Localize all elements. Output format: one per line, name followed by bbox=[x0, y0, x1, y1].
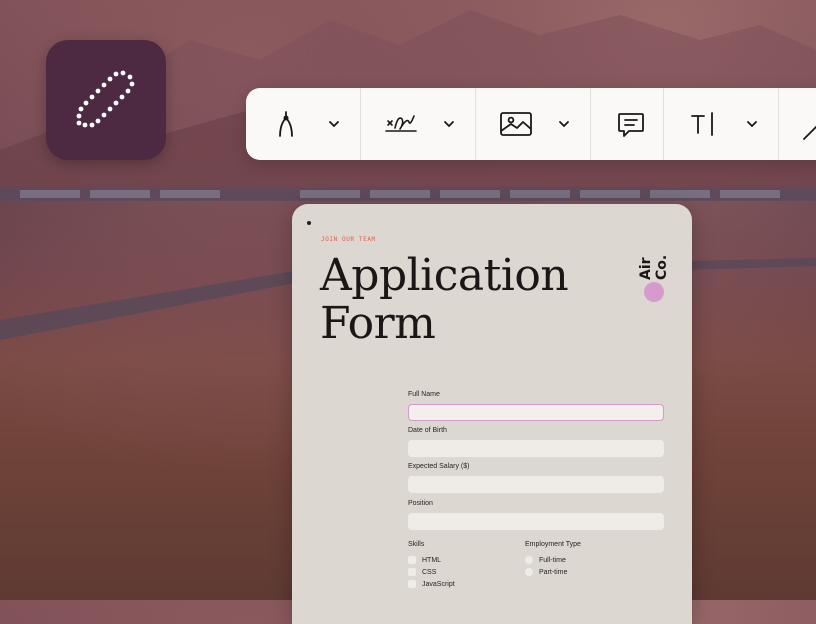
line-tool-group bbox=[779, 88, 816, 160]
field-full-name: Full Name bbox=[408, 391, 664, 421]
brand-dot bbox=[644, 282, 664, 302]
image-icon[interactable] bbox=[498, 106, 534, 142]
corner-dot bbox=[307, 221, 311, 225]
chevron-down-icon[interactable] bbox=[552, 112, 576, 136]
form-title: Application Form bbox=[320, 252, 620, 348]
brand-name: Air Co. bbox=[638, 254, 670, 280]
checkbox-label: HTML bbox=[422, 556, 442, 564]
text-tool-group bbox=[664, 88, 779, 160]
pen-tool-group bbox=[246, 88, 361, 160]
eyebrow-text: JOIN OUR TEAM bbox=[321, 236, 376, 243]
full-name-input[interactable] bbox=[408, 404, 664, 421]
checkbox[interactable] bbox=[408, 556, 416, 564]
form-title-line2: Form bbox=[320, 298, 436, 349]
pen-icon[interactable] bbox=[268, 106, 304, 142]
checkbox[interactable] bbox=[408, 580, 416, 588]
line-icon[interactable] bbox=[801, 106, 816, 142]
image-tool-group bbox=[476, 88, 591, 160]
skill-checkbox-html[interactable]: HTML bbox=[408, 556, 441, 564]
annotation-toolbar bbox=[246, 88, 816, 160]
radio-button[interactable] bbox=[525, 556, 533, 564]
app-icon[interactable] bbox=[46, 40, 166, 160]
chevron-down-icon[interactable] bbox=[322, 112, 346, 136]
date-of-birth-input[interactable] bbox=[408, 440, 664, 457]
field-position: Position bbox=[408, 500, 664, 530]
field-label: Full Name bbox=[408, 391, 440, 398]
checkbox[interactable] bbox=[408, 568, 416, 576]
field-label: Position bbox=[408, 500, 433, 507]
form-title-line1: Application bbox=[320, 250, 569, 301]
chevron-down-icon[interactable] bbox=[437, 112, 461, 136]
expected-salary-input[interactable] bbox=[408, 476, 664, 493]
signature-tool-group bbox=[361, 88, 476, 160]
train-background bbox=[0, 187, 816, 201]
field-date-of-birth: Date of Birth bbox=[408, 427, 664, 457]
field-label: Expected Salary ($) bbox=[408, 463, 470, 470]
employment-type-label: Employment Type bbox=[525, 541, 581, 548]
radio-label: Part-time bbox=[539, 568, 568, 576]
comment-icon[interactable] bbox=[613, 106, 649, 142]
employment-radio-full-time[interactable]: Full-time bbox=[525, 556, 566, 564]
signature-icon[interactable] bbox=[383, 106, 419, 142]
checkbox-label: JavaScript bbox=[422, 580, 455, 588]
field-expected-salary: Expected Salary ($) bbox=[408, 463, 664, 493]
skill-checkbox-javascript[interactable]: JavaScript bbox=[408, 580, 455, 588]
checkbox-label: CSS bbox=[422, 568, 437, 576]
chevron-down-icon[interactable] bbox=[740, 112, 764, 136]
position-input[interactable] bbox=[408, 513, 664, 530]
radio-label: Full-time bbox=[539, 556, 566, 564]
text-cursor-icon[interactable] bbox=[686, 106, 722, 142]
dotted-pen-icon bbox=[76, 70, 135, 128]
application-form-document: JOIN OUR TEAM Application Form Air Co. F… bbox=[292, 204, 692, 624]
field-label: Date of Birth bbox=[408, 427, 447, 434]
skill-checkbox-css[interactable]: CSS bbox=[408, 568, 436, 576]
radio-button[interactable] bbox=[525, 568, 533, 576]
employment-radio-part-time[interactable]: Part-time bbox=[525, 568, 567, 576]
comment-tool-group bbox=[591, 88, 664, 160]
skills-label: Skills bbox=[408, 541, 425, 548]
